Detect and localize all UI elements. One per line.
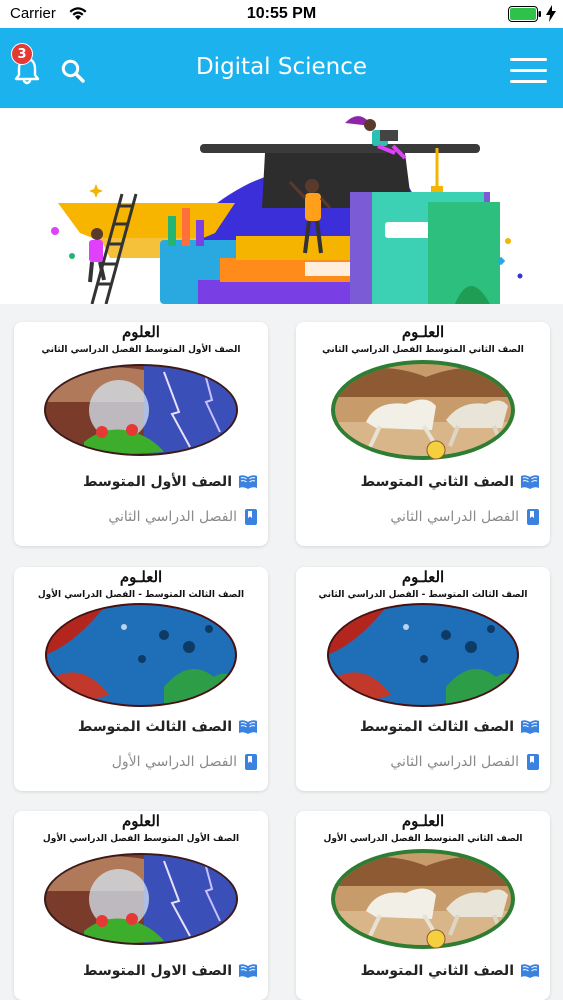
book-open-icon: [521, 720, 539, 734]
app-title: Digital Science: [195, 54, 368, 80]
term-label-row: الفصل الدراسي الثاني: [390, 754, 540, 770]
cover-subtitle: الصف الثالث المتوسط - الفصل الدراسي الثا…: [318, 590, 527, 600]
book-open-icon: [521, 475, 539, 489]
book-cover-image: العلـوم الصف الثالث المتوسط - الفصل الدر…: [14, 567, 268, 707]
grade-label: الصف الاول المتوسط: [82, 963, 232, 979]
book-open-icon: [521, 964, 539, 978]
book-open-icon: [239, 964, 257, 978]
grade-label-row: الصف الثالث المتوسط: [360, 719, 540, 735]
charging-icon: [546, 5, 556, 22]
term-label: الفصل الدراسي الثاني: [108, 509, 237, 525]
book-open-icon: [239, 475, 257, 489]
book-cover-image: العلوم الصف الأول المتوسط الفصل الدراسي …: [14, 322, 268, 462]
grade-label: الصف الثاني المتوسط: [360, 474, 514, 490]
cover-subtitle: الصف الثاني المتوسط الفصل الدراسي الثاني: [322, 345, 524, 355]
cover-subtitle: الصف الأول المتوسط الفصل الدراسي الثاني: [42, 343, 241, 355]
book-open-icon: [239, 720, 257, 734]
bookmark-icon: [527, 754, 539, 770]
status-bar: Carrier 10:55 PM: [0, 0, 563, 28]
term-label-row: الفصل الدراسي الأول: [112, 754, 258, 770]
bookmark-icon: [527, 509, 539, 525]
grade-label: الصف الثالث المتوسط: [359, 719, 514, 735]
clock: 10:55 PM: [246, 5, 317, 22]
hamburger-menu-icon[interactable]: [510, 58, 548, 84]
cover-title: العلـوم: [402, 323, 444, 341]
book-card[interactable]: العلـوم الصف الثاني المتوسط الفصل الدراس…: [296, 811, 550, 1000]
term-label-row: الفصل الدراسي الثاني: [108, 509, 258, 525]
grade-label-row: الصف الثاني المتوسط: [361, 474, 540, 490]
cover-subtitle: الصف الثالث المتوسط - الفصل الدراسي الأو…: [38, 588, 244, 600]
grade-label: الصف الأول المتوسط: [82, 474, 232, 490]
term-label: الفصل الدراسي الأول: [111, 754, 237, 770]
app-header: 3 Digital Science: [0, 28, 563, 108]
term-label: الفصل الدراسي الثاني: [390, 509, 519, 525]
battery-icon: [508, 6, 541, 22]
term-label: الفصل الدراسي الثاني: [390, 754, 519, 770]
cover-title: العلوم: [122, 323, 160, 341]
book-card[interactable]: العلوم الصف الأول المتوسط الفصل الدراسي …: [14, 811, 268, 1000]
grade-label: الصف الثالث المتوسط: [77, 719, 232, 735]
grade-label-row: الصف الثاني المتوسط: [361, 963, 540, 979]
book-cover-image: العلـوم الصف الثاني المتوسط الفصل الدراس…: [296, 322, 550, 462]
grade-label-row: الصف الاول المتوسط: [83, 963, 258, 979]
cover-title: العلـوم: [120, 568, 162, 586]
grade-label-row: الصف الثالث المتوسط: [78, 719, 258, 735]
book-cover-image: العلوم الصف الأول المتوسط الفصل الدراسي …: [14, 811, 268, 951]
book-cover-image: العلـوم الصف الثاني المتوسط الفصل الدراس…: [296, 811, 550, 951]
grade-label: الصف الثاني المتوسط: [360, 963, 514, 979]
bookmark-icon: [245, 509, 257, 525]
hero-banner-illustration: [0, 108, 563, 304]
cover-subtitle: الصف الأول المتوسط الفصل الدراسي الأول: [43, 832, 239, 844]
cover-title: العلـوم: [402, 568, 444, 586]
term-label-row: الفصل الدراسي الثاني: [390, 509, 540, 525]
cover-subtitle: الصف الثاني المتوسط الفصل الدراسي الأول: [324, 832, 523, 844]
book-card[interactable]: العلـوم الصف الثاني المتوسط الفصل الدراس…: [296, 322, 550, 546]
book-card[interactable]: العلوم الصف الأول المتوسط الفصل الدراسي …: [14, 322, 268, 546]
cover-title: العلوم: [122, 812, 160, 830]
grade-label-row: الصف الأول المتوسط: [83, 474, 258, 490]
bookmark-icon: [245, 754, 257, 770]
cover-title: العلـوم: [402, 812, 444, 830]
book-cover-image: العلـوم الصف الثالث المتوسط - الفصل الدر…: [296, 567, 550, 707]
book-card[interactable]: العلـوم الصف الثالث المتوسط - الفصل الدر…: [14, 567, 268, 791]
book-card[interactable]: العلـوم الصف الثالث المتوسط - الفصل الدر…: [296, 567, 550, 791]
